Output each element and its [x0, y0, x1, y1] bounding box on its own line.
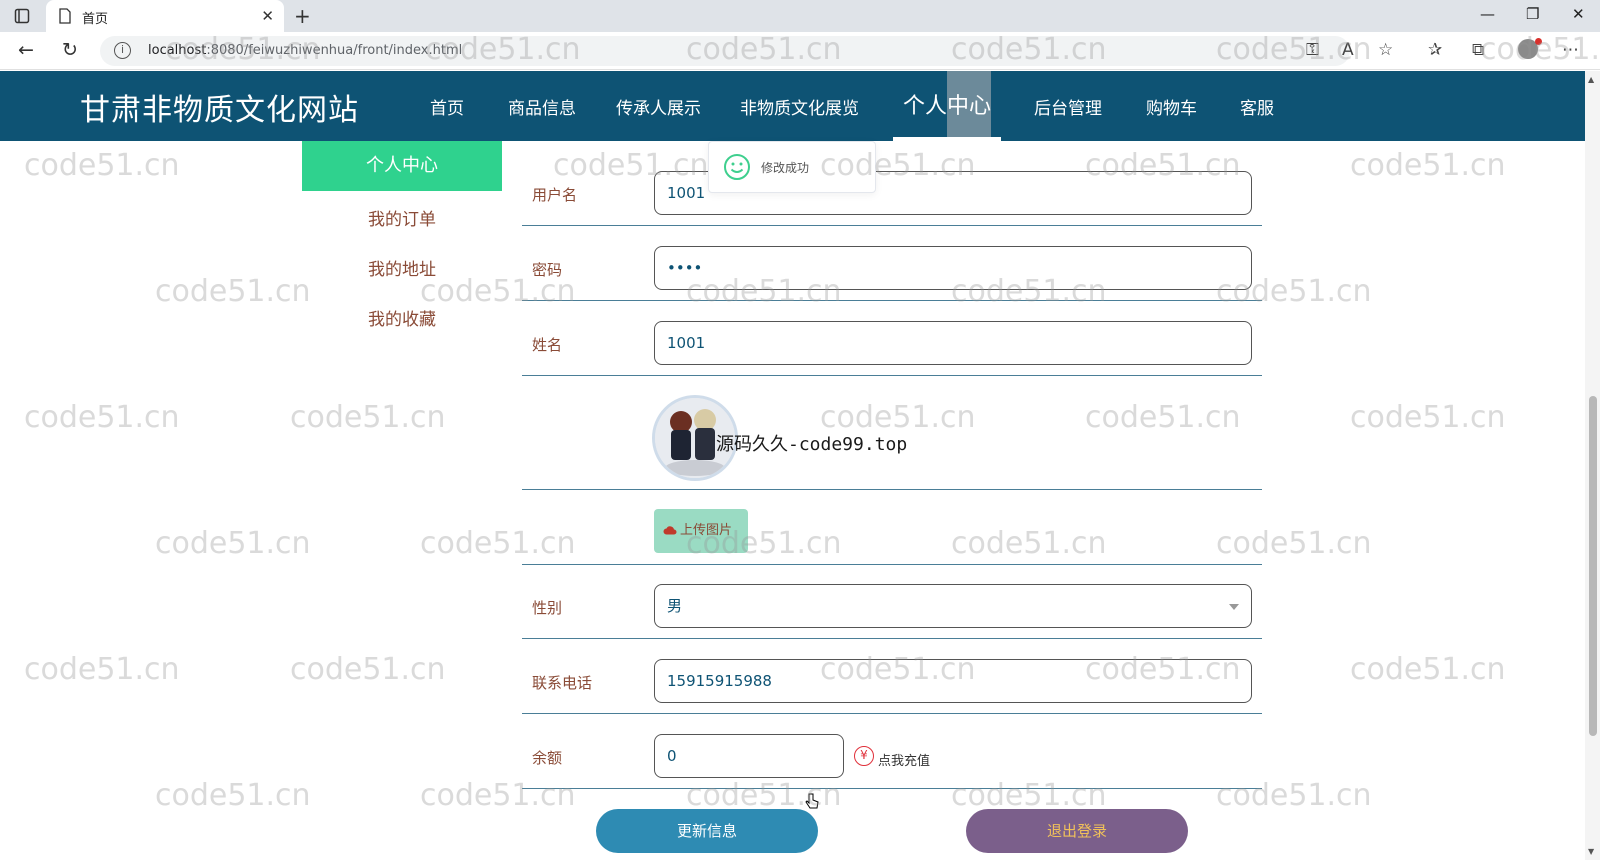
smile-icon	[724, 154, 750, 180]
browser-tabbar: 首页 ✕ + — ❐ ✕	[0, 0, 1600, 32]
watermark: code51.cn	[1216, 778, 1372, 813]
nav-cart[interactable]: 购物车	[1146, 94, 1197, 119]
watermark: code51.cn	[1216, 526, 1372, 561]
row-divider	[522, 788, 1262, 789]
new-tab-icon[interactable]: +	[294, 4, 311, 28]
back-icon[interactable]: ←	[18, 39, 34, 61]
scroll-thumb[interactable]	[1589, 396, 1597, 736]
upload-image-button[interactable]: 上传图片	[654, 509, 748, 553]
page-scrollbar[interactable]: ▲ ▼	[1585, 71, 1600, 860]
gender-select[interactable]: 男	[654, 584, 1252, 628]
watermark: code51.cn	[24, 652, 180, 687]
url-text: localhost:8080/feiwuzhiwenhua/front/inde…	[148, 43, 463, 58]
logout-button[interactable]: 退出登录	[966, 809, 1188, 853]
site-title: 甘肃非物质文化网站	[80, 93, 359, 128]
favorites-icon[interactable]: ✰	[1428, 40, 1442, 60]
watermark: code51.cn	[290, 400, 446, 435]
site-info-icon[interactable]: i	[114, 42, 131, 59]
reload-icon[interactable]: ↻	[62, 39, 78, 61]
watermark: code51.cn	[290, 652, 446, 687]
username-label: 用户名	[532, 186, 578, 204]
more-menu-icon[interactable]: ⋯	[1562, 40, 1579, 60]
name-field[interactable]	[654, 321, 1252, 365]
chevron-down-icon	[1229, 604, 1239, 610]
watermark: code51.cn	[420, 526, 576, 561]
cloud-upload-icon	[663, 526, 677, 535]
sidebar-item-address[interactable]: 我的地址	[302, 255, 502, 280]
toast-message: 修改成功	[761, 161, 810, 175]
phone-label: 联系电话	[532, 674, 593, 692]
row-divider	[522, 489, 1262, 490]
minimize-icon[interactable]: —	[1480, 5, 1495, 23]
row-divider	[522, 300, 1262, 301]
sidebar-item-orders[interactable]: 我的订单	[302, 205, 502, 230]
password-label: 密码	[532, 261, 563, 279]
collections-icon[interactable]: ⧉	[1472, 40, 1484, 60]
address-bar[interactable]: i localhost:8080/feiwuzhiwenhua/front/in…	[100, 36, 1350, 66]
site-header: 甘肃非物质文化网站 首页 商品信息 传承人展示 非物质文化展览 个人中心 后台管…	[0, 71, 1585, 141]
nav-personal-center[interactable]: 个人中心	[903, 88, 991, 120]
hand-cursor-icon	[805, 793, 819, 809]
window-close-icon[interactable]: ✕	[1572, 5, 1585, 23]
watermark: code51.cn	[24, 400, 180, 435]
recharge-label: 点我充值	[878, 754, 931, 769]
success-toast: 修改成功	[708, 141, 876, 193]
nav-exhibition[interactable]: 非物质文化展览	[740, 94, 859, 119]
watermark: code51.cn	[24, 148, 180, 183]
profile-icon[interactable]	[1518, 38, 1542, 59]
page-icon	[59, 8, 71, 24]
sidebar-item-favorites[interactable]: 我的收藏	[302, 305, 502, 330]
gender-label: 性别	[532, 599, 563, 617]
restore-icon[interactable]: ❐	[1526, 5, 1539, 23]
balance-label: 余额	[532, 749, 563, 767]
watermark: code51.cn	[155, 526, 311, 561]
update-info-button[interactable]: 更新信息	[596, 809, 818, 853]
scroll-down-icon[interactable]: ▼	[1588, 847, 1594, 856]
close-tab-icon[interactable]: ✕	[261, 7, 274, 25]
watermark: code51.cn	[420, 778, 576, 813]
nav-admin[interactable]: 后台管理	[1034, 94, 1102, 119]
browser-tab[interactable]: 首页 ✕	[46, 0, 284, 32]
scroll-up-icon[interactable]: ▲	[1588, 75, 1594, 84]
nav-products[interactable]: 商品信息	[508, 94, 576, 119]
key-icon[interactable]: ⚿	[1306, 40, 1319, 60]
browser-toolbar: ← ↻ i localhost:8080/feiwuzhiwenhua/fron…	[0, 32, 1600, 70]
tab-title: 首页	[82, 12, 109, 27]
gender-selected-value: 男	[667, 597, 683, 615]
watermark: code51.cn	[1085, 400, 1241, 435]
yen-icon: ¥	[854, 746, 874, 766]
watermark: code51.cn	[1350, 652, 1506, 687]
read-aloud-icon[interactable]: A	[1342, 40, 1354, 60]
balance-field[interactable]	[654, 734, 844, 778]
row-divider	[522, 564, 1262, 565]
nav-inheritors[interactable]: 传承人展示	[616, 94, 701, 119]
avatar-overlay-text: 源码久久-code99.top	[716, 434, 908, 455]
row-divider	[522, 638, 1262, 639]
name-label: 姓名	[532, 336, 563, 354]
row-divider	[522, 225, 1262, 226]
tab-actions-icon[interactable]	[14, 8, 30, 24]
row-divider	[522, 375, 1262, 376]
watermark: code51.cn	[1350, 400, 1506, 435]
watermark: code51.cn	[951, 526, 1107, 561]
watermark: code51.cn	[951, 778, 1107, 813]
nav-service[interactable]: 客服	[1240, 94, 1274, 119]
upload-image-label: 上传图片	[680, 523, 733, 538]
add-favorite-icon[interactable]: ☆	[1378, 40, 1393, 60]
password-field[interactable]: ••••	[654, 246, 1252, 290]
watermark: code51.cn	[155, 778, 311, 813]
phone-field[interactable]	[654, 659, 1252, 703]
sidebar-item-personal-center[interactable]: 个人中心	[302, 141, 502, 191]
row-divider	[522, 713, 1262, 714]
watermark: code51.cn	[1350, 148, 1506, 183]
watermark: code51.cn	[155, 274, 311, 309]
nav-home[interactable]: 首页	[430, 94, 464, 119]
nav-active-indicator	[893, 137, 1001, 141]
